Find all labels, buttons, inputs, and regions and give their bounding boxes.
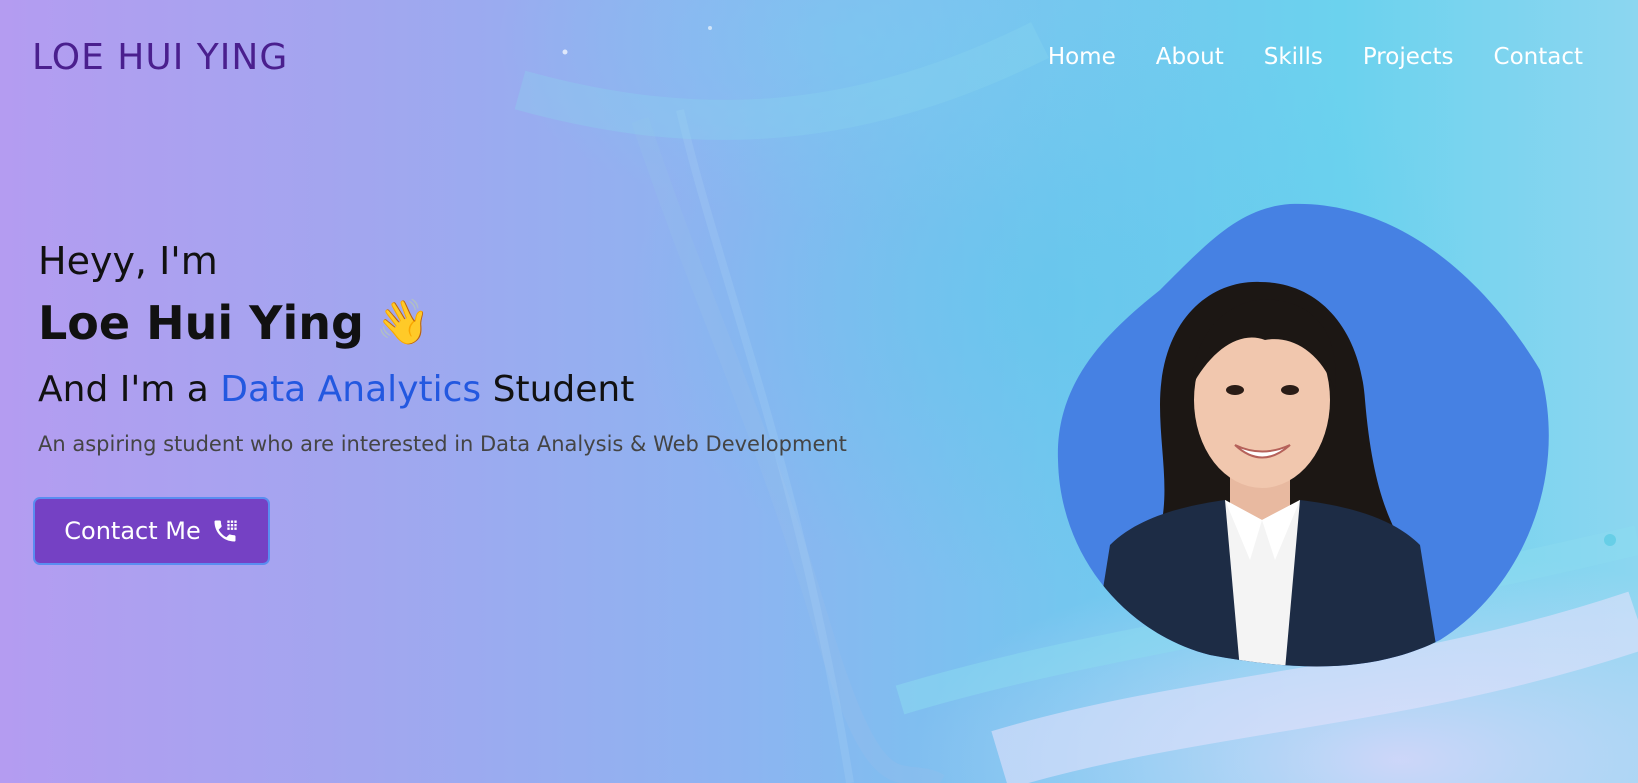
nav-skills[interactable]: Skills (1264, 46, 1323, 69)
hero-section: Heyy, I'm Loe Hui Ying 👋 And I'm a Data … (38, 242, 847, 455)
hero-name-row: Loe Hui Ying 👋 (38, 300, 847, 346)
profile-photo (1057, 203, 1549, 667)
role-prefix: And I'm a (38, 369, 209, 410)
hero-tagline: An aspiring student who are interested i… (38, 432, 847, 456)
nav-projects[interactable]: Projects (1363, 46, 1454, 69)
hero-greeting: Heyy, I'm (38, 239, 218, 283)
site-logo[interactable]: LOE HUI YING (32, 40, 288, 76)
hero-role: And I'm a Data Analytics Student (38, 372, 847, 408)
nav-contact[interactable]: Contact (1494, 46, 1583, 69)
contact-me-label: Contact Me (64, 517, 201, 545)
waving-hand-icon: 👋 (375, 297, 431, 348)
nav-about[interactable]: About (1156, 46, 1224, 69)
contact-me-button[interactable]: Contact Me (33, 497, 270, 565)
nav-home[interactable]: Home (1048, 46, 1116, 69)
hero-name: Loe Hui Ying (38, 296, 364, 350)
main-nav: Home About Skills Projects Contact (1048, 46, 1583, 69)
role-suffix: Student (492, 369, 635, 410)
role-highlight: Data Analytics (220, 369, 482, 410)
phone-icon (211, 517, 239, 545)
